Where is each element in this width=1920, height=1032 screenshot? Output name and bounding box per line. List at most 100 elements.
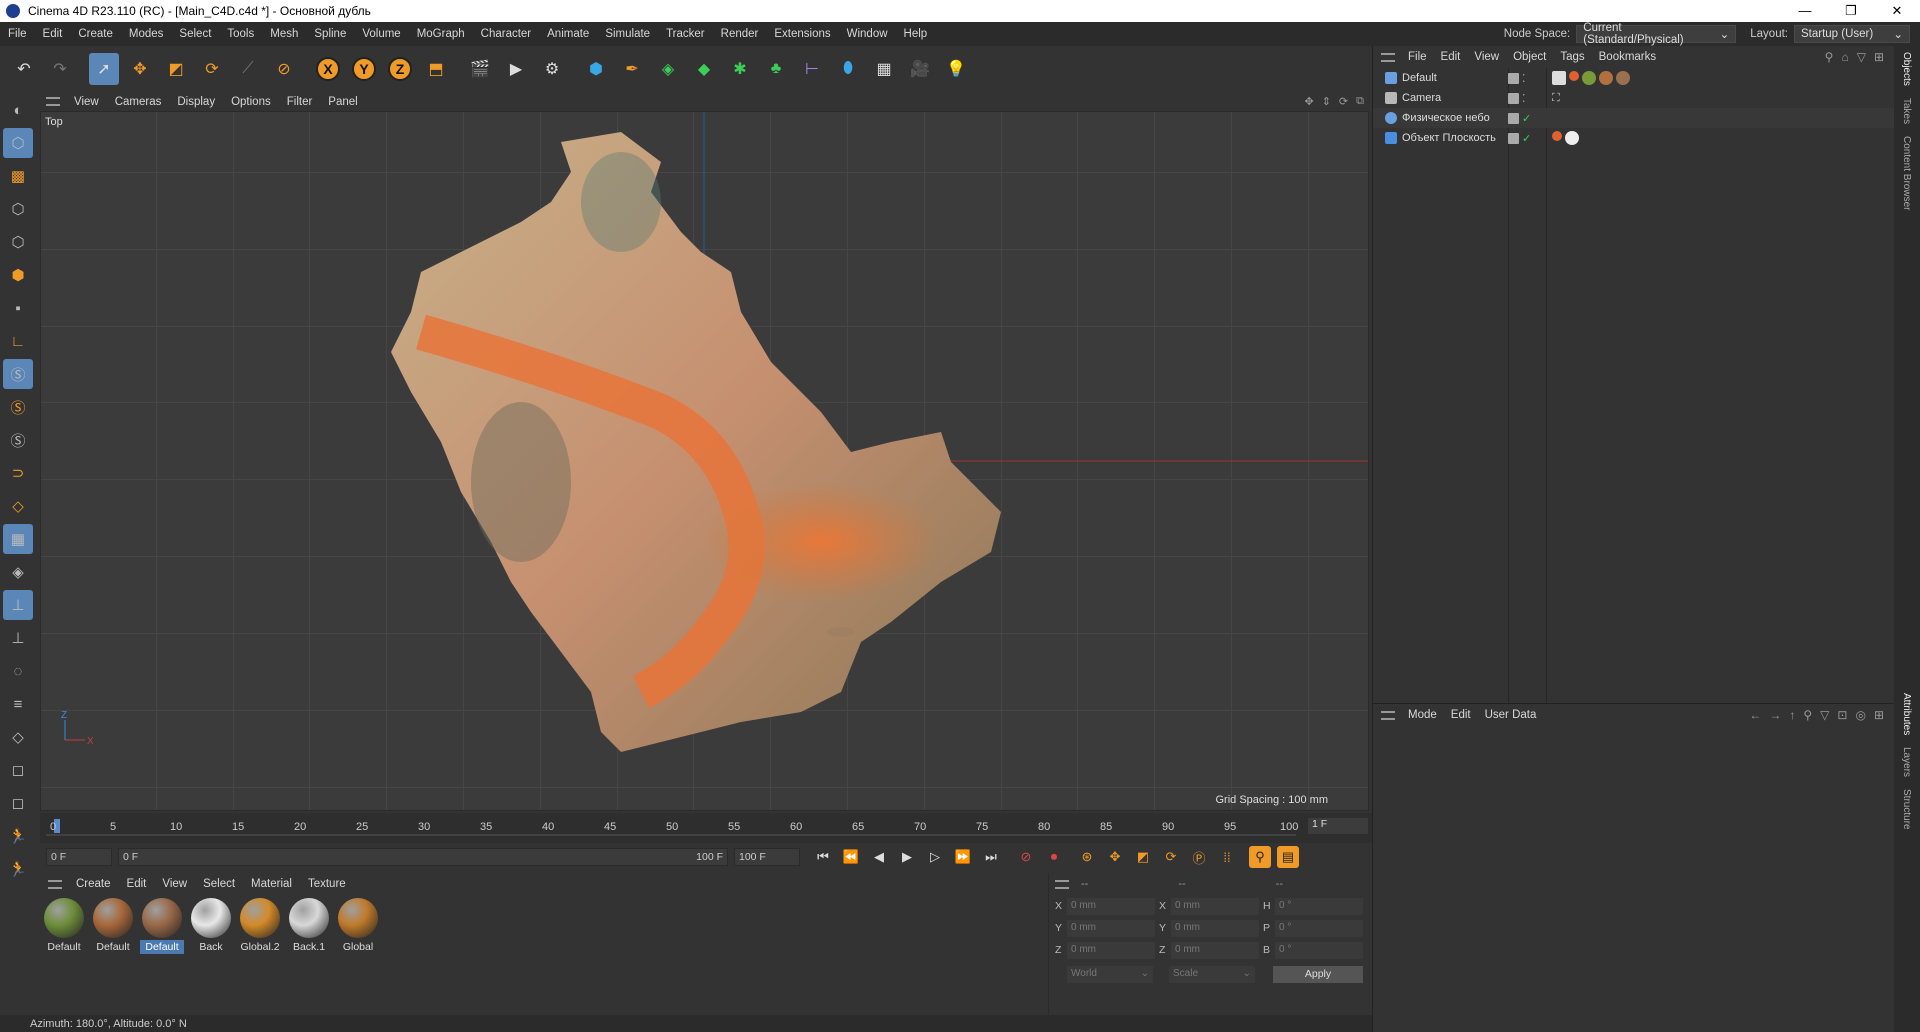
up-arrow-icon[interactable]: ↑ [1789, 708, 1795, 722]
object-menu-edit[interactable]: Edit [1434, 51, 1468, 63]
tweak-icon[interactable]: ◌ [3, 656, 33, 686]
material-swatch[interactable]: Back.1 [287, 898, 331, 954]
texture-mode-icon[interactable]: ▩ [3, 161, 33, 191]
menu-spline[interactable]: Spline [306, 28, 354, 40]
key-pla-icon[interactable]: ⁞⁞ [1216, 846, 1238, 868]
material-menu-create[interactable]: Create [68, 878, 119, 890]
search-icon[interactable]: ⚲ [1803, 708, 1812, 722]
menu-character[interactable]: Character [473, 28, 540, 40]
menu-volume[interactable]: Volume [354, 28, 408, 40]
material-swatch[interactable]: Global.2 [238, 898, 282, 954]
size-z-field[interactable]: 0 mm [1171, 941, 1259, 959]
object-menu-bookmarks[interactable]: Bookmarks [1592, 51, 1664, 63]
viewport-maximize-icon[interactable]: ⧉ [1356, 95, 1364, 108]
enabled-check-icon[interactable]: ✓ [1522, 112, 1531, 125]
material-tag-icon[interactable] [1565, 131, 1579, 145]
next-frame-icon[interactable]: ▷ [924, 846, 946, 868]
keyframe-selection-icon[interactable]: ⊛ [1076, 846, 1098, 868]
undo-icon[interactable]: ↶ [9, 53, 39, 85]
next-key-icon[interactable]: ⏩ [952, 846, 974, 868]
move-tool-icon[interactable]: ✥ [125, 53, 155, 85]
material-menu-view[interactable]: View [154, 878, 195, 890]
viewport-menu-display[interactable]: Display [169, 96, 223, 108]
checker-tag-icon[interactable] [1552, 71, 1566, 85]
edit-flag-icon[interactable] [1508, 72, 1519, 84]
material-tag-icon[interactable] [1582, 71, 1596, 85]
subdivision-surface-icon[interactable]: ◈ [653, 53, 683, 85]
menu-file[interactable]: File [0, 28, 35, 40]
filter-icon[interactable]: ▽ [1820, 708, 1829, 722]
hamburger-menu-icon[interactable] [48, 879, 62, 889]
make-editable-icon[interactable]: ◐ [3, 95, 33, 125]
tab-content-browser[interactable]: Content Browser [1894, 130, 1919, 216]
size-y-field[interactable]: 0 mm [1171, 919, 1259, 937]
material-swatch[interactable]: Global [336, 898, 380, 954]
viewport-pan-icon[interactable]: ✥ [1304, 95, 1313, 108]
menu-mograph[interactable]: MoGraph [409, 28, 473, 40]
floor-align-icon[interactable]: ⊥ [3, 590, 33, 620]
menu-extensions[interactable]: Extensions [766, 28, 838, 40]
material-menu-select[interactable]: Select [195, 878, 243, 890]
object-row-default[interactable]: Default ⁚ [1373, 68, 1894, 88]
viewport-menu-view[interactable]: View [66, 96, 107, 108]
go-to-end-icon[interactable]: ⏭ [980, 846, 1002, 868]
edit-flag-icon[interactable] [1508, 92, 1519, 104]
character-walk-icon[interactable]: 🏃 [3, 854, 33, 884]
key-scale-icon[interactable]: ◩ [1132, 846, 1154, 868]
menu-select[interactable]: Select [171, 28, 219, 40]
viewport-menu-panel[interactable]: Panel [320, 96, 365, 108]
light-icon[interactable]: 💡 [941, 53, 971, 85]
material-tag-icon[interactable] [1599, 71, 1613, 85]
key-rotation-icon[interactable]: ⟳ [1160, 846, 1182, 868]
polygons-mode-icon[interactable]: ⬢ [3, 260, 33, 290]
redo-icon[interactable]: ↷ [45, 53, 75, 85]
render-picture-viewer-icon[interactable]: ▶ [501, 53, 531, 85]
object-row-plane[interactable]: Объект Плоскость ✓ [1373, 128, 1894, 148]
target-icon[interactable]: ◎ [1855, 708, 1865, 722]
layout-dropdown[interactable]: Startup (User) ⌄ [1794, 25, 1910, 43]
enabled-check-icon[interactable]: ✓ [1522, 132, 1531, 145]
film-strip-icon[interactable]: ▤ [1277, 846, 1299, 868]
bodypaint-icon[interactable]: ◻ [3, 755, 33, 785]
filter-icon[interactable]: ▽ [1857, 50, 1866, 64]
snap-icon[interactable]: ⊃ [3, 458, 33, 488]
search-icon[interactable]: ⚲ [1825, 50, 1834, 64]
close-button[interactable]: ✕ [1874, 3, 1920, 19]
move-select-icon[interactable]: ➚ [89, 53, 119, 85]
material-swatch[interactable]: Back [189, 898, 233, 954]
recent-tools-icon[interactable]: ⟋ [233, 53, 263, 85]
z-axis-lock-icon[interactable]: Z [385, 53, 415, 85]
solo-off-icon[interactable]: Ⓢ [3, 425, 33, 455]
edit-flag-icon[interactable] [1508, 132, 1519, 144]
menu-animate[interactable]: Animate [539, 28, 597, 40]
menu-edit[interactable]: Edit [35, 28, 71, 40]
tab-objects[interactable]: Objects [1894, 46, 1919, 92]
key-parameter-icon[interactable]: Ⓟ [1188, 846, 1210, 868]
tab-layers[interactable]: Layers [1894, 741, 1919, 783]
sculpt-icon[interactable]: ◇ [3, 722, 33, 752]
attribute-menu-mode[interactable]: Mode [1401, 709, 1444, 721]
record-active-icon[interactable]: ⊘ [1015, 846, 1037, 868]
viewport-rotate-icon[interactable]: ⟳ [1339, 95, 1348, 108]
node-space-dropdown[interactable]: Current (Standard/Physical) ⌄ [1576, 22, 1737, 46]
material-swatch[interactable]: Default [42, 898, 86, 954]
object-mode-icon[interactable]: ⬒ [421, 53, 451, 85]
rotation-h-field[interactable]: 0 ° [1275, 897, 1363, 915]
render-view-icon[interactable]: 🎬 [465, 53, 495, 85]
3d-viewport[interactable]: Z X Top Grid Spacing : 100 mm [40, 111, 1369, 811]
object-menu-object[interactable]: Object [1506, 51, 1553, 63]
autokey-icon[interactable]: ⏺ [1043, 846, 1065, 868]
viewport-menu-cameras[interactable]: Cameras [107, 96, 170, 108]
previous-frame-icon[interactable]: ◀ [868, 846, 890, 868]
tab-attributes[interactable]: Attributes [1894, 687, 1919, 741]
menu-tools[interactable]: Tools [219, 28, 262, 40]
dots-tag-icon[interactable] [1552, 131, 1562, 141]
solo-icon[interactable]: Ⓢ [3, 359, 33, 389]
x-axis-lock-icon[interactable]: X [313, 53, 343, 85]
menu-mesh[interactable]: Mesh [262, 28, 306, 40]
viewport-menu-options[interactable]: Options [223, 96, 279, 108]
coordinate-system-icon[interactable]: ⊘ [269, 53, 299, 85]
lock-icon[interactable]: ⊡ [1837, 708, 1847, 722]
forward-arrow-icon[interactable]: → [1769, 708, 1781, 722]
edit-flag-icon[interactable] [1508, 112, 1519, 124]
